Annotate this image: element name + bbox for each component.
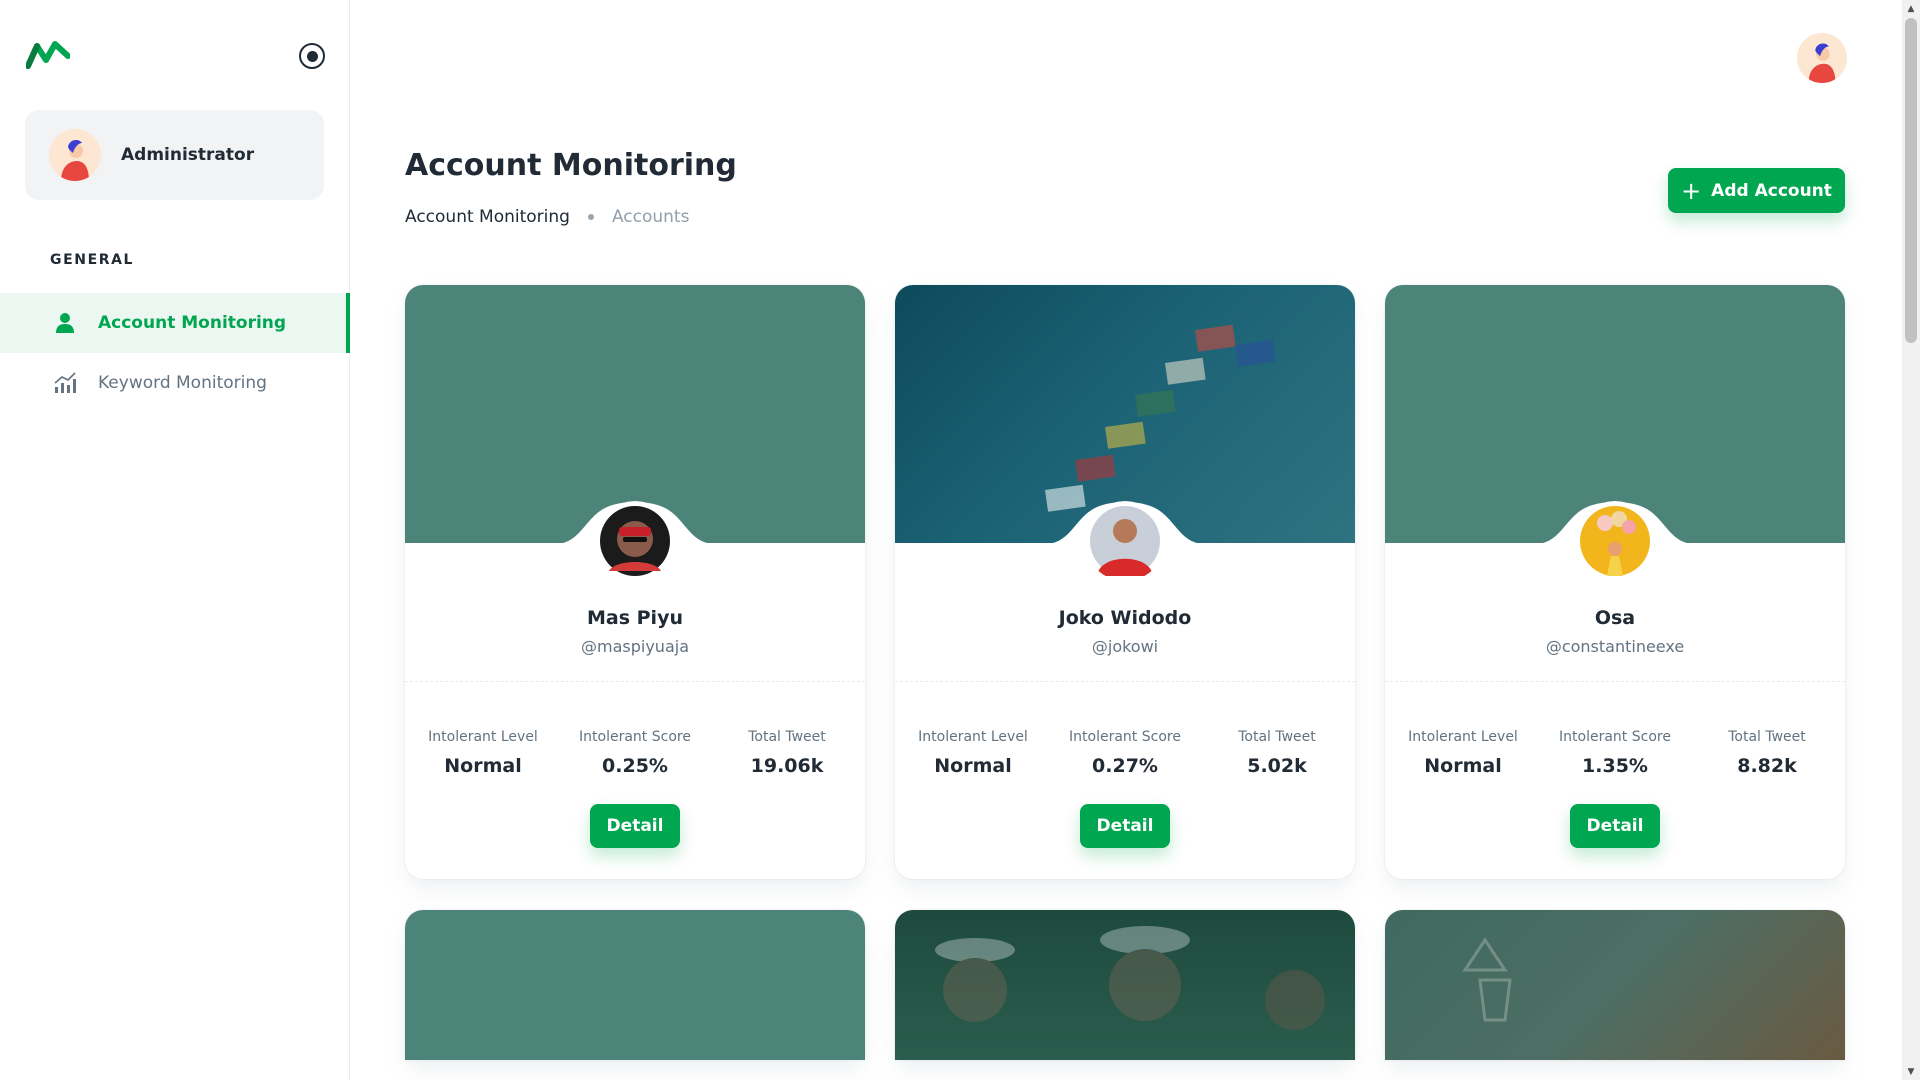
account-card: Osa @constantineexe Intolerant Level Nor…	[1385, 285, 1845, 879]
breadcrumb-link[interactable]: Account Monitoring	[405, 207, 570, 227]
stat-value: 1.35%	[1582, 755, 1648, 777]
sidebar-item-label: Account Monitoring	[98, 313, 287, 333]
stat-label: Intolerant Score	[1559, 729, 1671, 745]
stat-label: Total Tweet	[748, 729, 826, 745]
profile-avatar	[1085, 501, 1165, 581]
stat-label: Total Tweet	[1238, 729, 1316, 745]
stat-intolerant-score: Intolerant Score 0.27%	[1055, 729, 1195, 777]
sidebar: Administrator GENERAL Account Monitoring…	[0, 0, 350, 1080]
card-cover-image	[1385, 910, 1845, 1060]
app-logo-icon[interactable]	[25, 40, 71, 70]
user-icon	[52, 310, 78, 336]
stat-total-tweet: Total Tweet 8.82k	[1697, 729, 1837, 777]
radio-dot-icon	[306, 50, 318, 62]
stat-value: Normal	[934, 755, 1012, 777]
scroll-up-icon[interactable]: ▲	[1902, 0, 1920, 17]
account-card	[405, 910, 865, 1060]
sidebar-item-label: Keyword Monitoring	[98, 373, 267, 393]
account-name: Joko Widodo	[1058, 607, 1192, 629]
account-handle: @maspiyuaja	[581, 637, 689, 656]
stat-label: Total Tweet	[1728, 729, 1806, 745]
card-divider	[405, 681, 865, 682]
detail-button[interactable]: Detail	[590, 804, 680, 848]
stat-label: Intolerant Score	[1069, 729, 1181, 745]
detail-button[interactable]: Detail	[1080, 804, 1170, 848]
card-cover-image	[895, 910, 1355, 1060]
stat-total-tweet: Total Tweet 5.02k	[1207, 729, 1347, 777]
page-title: Account Monitoring	[405, 148, 737, 183]
stat-value: 0.27%	[1092, 755, 1158, 777]
account-name: Osa	[1594, 607, 1636, 629]
add-account-label: Add Account	[1711, 180, 1832, 201]
profile-avatar	[595, 501, 675, 581]
stat-intolerant-level: Intolerant Level Normal	[413, 729, 553, 777]
stat-intolerant-score: Intolerant Score 0.25%	[565, 729, 705, 777]
account-card	[1385, 910, 1845, 1060]
card-divider	[895, 681, 1355, 682]
account-avatar-button[interactable]	[1797, 33, 1847, 83]
user-name: Administrator	[121, 145, 255, 165]
account-summary-card[interactable]: Administrator	[25, 110, 324, 200]
stat-total-tweet: Total Tweet 19.06k	[717, 729, 857, 777]
stat-value: Normal	[1424, 755, 1502, 777]
profile-avatar	[1575, 501, 1655, 581]
stat-label: Intolerant Score	[579, 729, 691, 745]
page-scrollbar[interactable]: ▲ ▼	[1902, 0, 1920, 1080]
sidebar-item-keyword-monitoring[interactable]: Keyword Monitoring	[0, 353, 350, 413]
breadcrumb-current: Accounts	[611, 207, 690, 227]
account-handle: @jokowi	[1091, 637, 1159, 656]
account-card: Mas Piyu @maspiyuaja Intolerant Level No…	[405, 285, 865, 879]
stat-label: Intolerant Level	[1408, 729, 1518, 745]
stat-value: 5.02k	[1247, 755, 1307, 777]
add-account-button[interactable]: + Add Account	[1668, 168, 1845, 213]
account-handle: @constantineexe	[1545, 637, 1685, 656]
plus-icon: +	[1681, 176, 1702, 205]
card-divider	[1385, 681, 1845, 682]
breadcrumb-separator	[587, 214, 594, 220]
stat-intolerant-level: Intolerant Level Normal	[903, 729, 1043, 777]
account-card	[895, 910, 1355, 1060]
stat-value: 8.82k	[1737, 755, 1797, 777]
account-card: Joko Widodo @jokowi Intolerant Level Nor…	[895, 285, 1355, 879]
stat-intolerant-score: Intolerant Score 1.35%	[1545, 729, 1685, 777]
avatar	[49, 129, 101, 181]
bar-chart-icon	[52, 370, 78, 396]
stat-value: Normal	[444, 755, 522, 777]
scroll-down-icon[interactable]: ▼	[1902, 1063, 1920, 1080]
detail-button[interactable]: Detail	[1570, 804, 1660, 848]
stat-label: Intolerant Level	[428, 729, 538, 745]
breadcrumb: Account Monitoring Accounts	[405, 207, 689, 227]
sidebar-item-account-monitoring[interactable]: Account Monitoring	[0, 293, 350, 353]
account-name: Mas Piyu	[586, 607, 683, 629]
nav-section-label: GENERAL	[50, 252, 135, 268]
scroll-thumb[interactable]	[1905, 18, 1917, 343]
stat-value: 0.25%	[602, 755, 668, 777]
stat-value: 19.06k	[750, 755, 824, 777]
stat-intolerant-level: Intolerant Level Normal	[1393, 729, 1533, 777]
card-cover-image	[405, 910, 865, 1060]
collapse-sidebar-button[interactable]	[299, 43, 325, 69]
stat-label: Intolerant Level	[918, 729, 1028, 745]
